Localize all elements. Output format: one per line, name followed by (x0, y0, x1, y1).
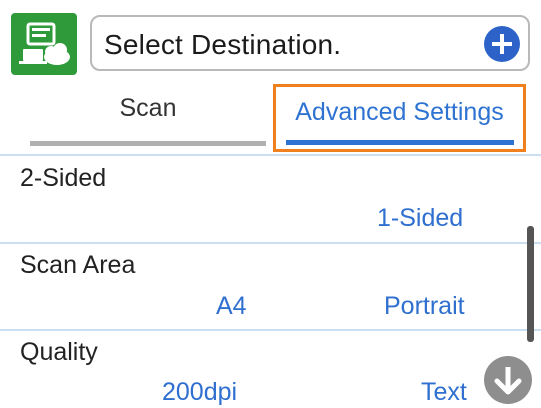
setting-value: 1-Sided (377, 204, 464, 232)
setting-label: Quality (20, 338, 98, 366)
tab-scan[interactable]: Scan (30, 84, 266, 148)
setting-label: 2-Sided (20, 164, 107, 192)
arrow-down-icon[interactable] (484, 356, 532, 404)
header-bar: Select Destination. (0, 0, 541, 84)
tab-scan-underline (30, 141, 266, 146)
setting-value: Portrait (384, 292, 465, 320)
tab-scan-label: Scan (119, 94, 177, 122)
destination-field[interactable]: Select Destination. (90, 15, 530, 71)
scan-settings-screen: Select Destination. Scan Advanced Settin… (0, 0, 541, 408)
tab-advanced-settings-label: Advanced Settings (295, 98, 504, 126)
tabs-divider (0, 154, 541, 156)
row-divider (0, 242, 541, 244)
setting-value: A4 (216, 292, 247, 320)
setting-label: Scan Area (20, 251, 136, 279)
setting-value: Text (421, 378, 467, 406)
scrollbar-thumb[interactable] (527, 226, 534, 342)
setting-value: 200dpi (162, 378, 238, 406)
tab-bar: Scan Advanced Settings (0, 84, 541, 154)
destination-placeholder: Select Destination. (104, 29, 342, 60)
tab-advanced-settings[interactable]: Advanced Settings (273, 84, 526, 152)
tab-advanced-settings-underline (286, 140, 514, 145)
plus-icon[interactable] (484, 26, 520, 62)
row-divider (0, 329, 541, 331)
scan-to-computer-icon[interactable] (11, 13, 77, 75)
